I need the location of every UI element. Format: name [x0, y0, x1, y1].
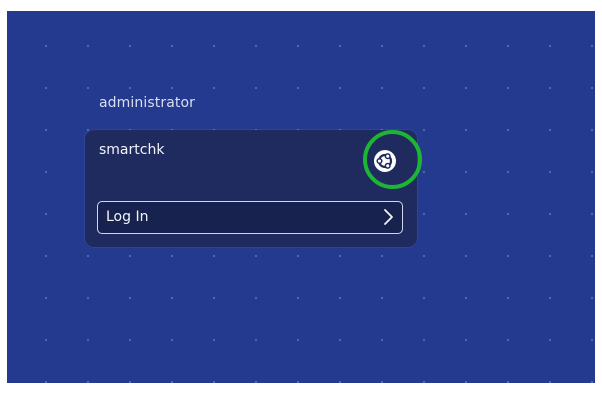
- login-button-label: Log In: [106, 209, 149, 225]
- chevron-right-icon: [384, 209, 393, 225]
- login-screen: administrator smartchk Log In: [7, 11, 595, 383]
- login-button[interactable]: Log In: [97, 201, 403, 234]
- user-administrator[interactable]: administrator: [99, 95, 195, 111]
- selected-username: smartchk: [99, 142, 165, 158]
- ubuntu-session-icon: [374, 150, 396, 172]
- login-card: smartchk Log In: [85, 130, 417, 247]
- session-select-button[interactable]: [372, 148, 398, 174]
